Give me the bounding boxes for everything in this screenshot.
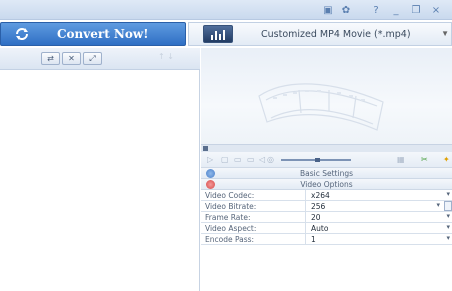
scissors-icon[interactable]: ▦	[397, 154, 405, 165]
setting-row-video-bitrate: Video Bitrate: 256 ▾	[201, 201, 452, 212]
refresh-icon	[13, 25, 31, 43]
effect-icon[interactable]: ✂	[421, 154, 428, 165]
setting-label: Encode Pass:	[201, 234, 306, 244]
chevron-down-icon[interactable]: ▾	[446, 223, 450, 231]
video-bitrate-select[interactable]: 256 ▾	[306, 201, 452, 211]
seek-handle[interactable]	[203, 146, 208, 151]
file-list-panel: ⇄ ✕ ⤢ ↑ ↓	[0, 48, 200, 291]
setting-row-video-aspect: Video Aspect: Auto ▾	[201, 223, 452, 234]
minimize-icon[interactable]: _	[388, 3, 404, 17]
setting-row-encode-pass: Encode Pass: 1 ▾	[201, 234, 452, 245]
setting-value: 20	[311, 212, 321, 222]
encode-pass-select[interactable]: 1 ▾	[306, 234, 452, 244]
video-options-header[interactable]: Video Options	[201, 179, 452, 190]
volume-icon[interactable]: ◁	[259, 154, 265, 165]
help-icon[interactable]: ?	[368, 3, 384, 17]
setting-value: Auto	[311, 223, 329, 233]
video-aspect-select[interactable]: Auto ▾	[306, 223, 452, 233]
chevron-down-icon[interactable]: ▾	[446, 190, 450, 198]
remove-button[interactable]: ✕	[62, 52, 81, 65]
setting-label: Video Aspect:	[201, 223, 306, 233]
skin-icon[interactable]: ▣	[320, 3, 336, 17]
convert-now-button[interactable]: Convert Now!	[0, 22, 186, 46]
clip-button[interactable]: ⤢	[83, 52, 102, 65]
snapshot-icon[interactable]: ▭	[234, 154, 242, 165]
chevron-down-icon[interactable]: ▾	[436, 201, 440, 209]
speaker-icon[interactable]: ◎	[267, 154, 274, 165]
swap-button[interactable]: ⇄	[41, 52, 60, 65]
setting-label: Video Bitrate:	[201, 201, 306, 211]
settings-icon[interactable]: ✿	[338, 3, 354, 17]
app-window: ▣ ✿ ? _ ❐ × Convert Now! Customized MP4 …	[0, 0, 452, 291]
setting-value: 256	[311, 201, 326, 211]
maximize-icon[interactable]: ❐	[408, 3, 424, 17]
title-bar: ▣ ✿ ? _ ❐ ×	[0, 0, 452, 20]
close-icon[interactable]: ×	[428, 3, 444, 17]
seek-bar[interactable]	[201, 144, 452, 152]
move-arrows-icon[interactable]: ↑ ↓	[158, 52, 174, 61]
setting-value: 1	[311, 234, 316, 244]
film-strip-icon	[258, 83, 384, 131]
volume-slider[interactable]	[281, 158, 351, 162]
equalizer-icon	[203, 25, 233, 43]
player-controls: ▷ ▢ ▭ ▭ ◁ ◎ ▦ ✂ ✦	[201, 152, 452, 168]
setting-label: Frame Rate:	[201, 212, 306, 222]
setting-value: x264	[311, 190, 330, 200]
setting-row-frame-rate: Frame Rate: 20 ▾	[201, 212, 452, 223]
stop-icon[interactable]: ▢	[221, 154, 229, 165]
output-profile-select[interactable]: Customized MP4 Movie (*.mp4) ▼	[188, 22, 452, 46]
basic-settings-label: Basic Settings	[299, 168, 353, 178]
basic-settings-header[interactable]: Basic Settings	[201, 168, 452, 179]
chevron-down-icon[interactable]: ▾	[446, 234, 450, 242]
custom-bitrate-button[interactable]	[444, 201, 452, 211]
preview-area	[201, 48, 452, 144]
frame-rate-select[interactable]: 20 ▾	[306, 212, 452, 222]
setting-row-video-codec: Video Codec: x264 ▾	[201, 190, 452, 201]
star-icon[interactable]: ✦	[443, 154, 450, 165]
file-list-toolbar: ⇄ ✕ ⤢ ↑ ↓	[0, 48, 200, 70]
folder-icon[interactable]: ▭	[247, 154, 255, 165]
video-codec-select[interactable]: x264 ▾	[306, 190, 452, 200]
play-icon[interactable]: ▷	[207, 154, 213, 165]
chevron-down-icon[interactable]: ▾	[446, 212, 450, 220]
video-options-label: Video Options	[300, 179, 353, 189]
film-icon	[206, 180, 215, 189]
convert-now-label: Convert Now!	[57, 27, 149, 41]
globe-icon	[206, 169, 215, 178]
settings-panel: Basic Settings Video Options Video Codec…	[201, 168, 452, 245]
setting-label: Video Codec:	[201, 190, 306, 200]
chevron-down-icon[interactable]: ▼	[441, 29, 449, 38]
output-profile-label: Customized MP4 Movie (*.mp4)	[261, 28, 411, 40]
